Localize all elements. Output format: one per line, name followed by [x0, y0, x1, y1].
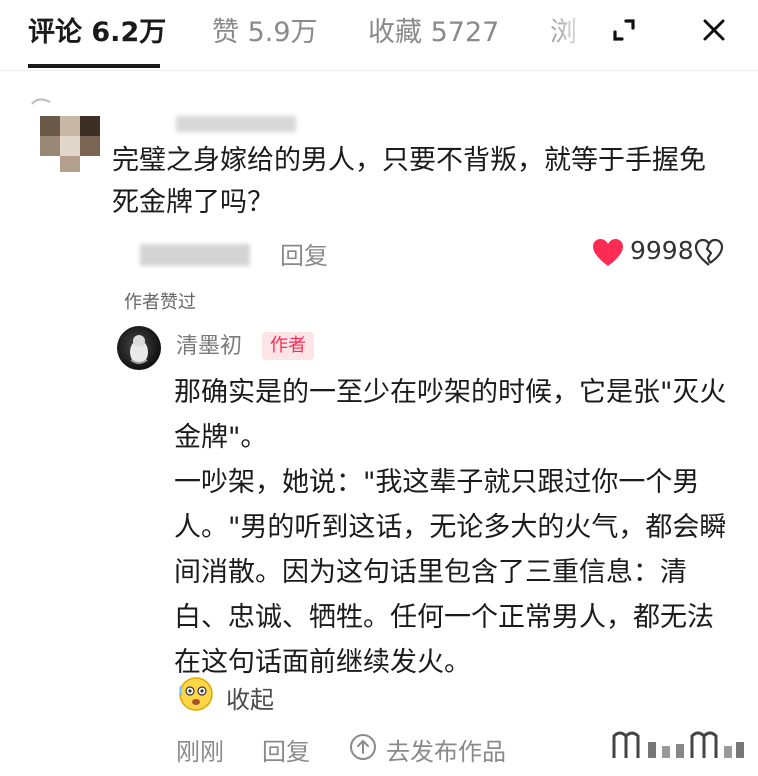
tab-favorites[interactable]: 收藏 5727: [368, 10, 499, 49]
tab-bar: 评论 6.2万 赞 5.9万 收藏 5727 浏: [0, 0, 758, 70]
comment-text: 完璧之身嫁给的男人，只要不背叛，就等于手握免死金牌了吗？: [112, 145, 706, 218]
active-tab-indicator: [28, 64, 160, 68]
author-badge: 作者: [262, 332, 314, 360]
post-work-button[interactable]: 去发布作品: [386, 732, 506, 767]
tab-likes[interactable]: 赞 5.9万: [212, 10, 318, 49]
avatar[interactable]: [28, 98, 108, 178]
like-count: 9998: [630, 236, 694, 265]
reply-timestamp: 刚刚: [176, 738, 224, 766]
author-liked-label: 作者赞过: [124, 292, 196, 313]
blurred-username: [176, 116, 296, 132]
heart-icon[interactable]: [592, 238, 624, 268]
share-icon[interactable]: [348, 732, 378, 762]
tab-comments[interactable]: 评论 6.2万: [28, 10, 166, 49]
reply-button[interactable]: 回复: [280, 236, 328, 271]
reply-text-content: 那确实是的一至少在吵架的时候，它是张"灭火金牌"。 一吵架，她说："我这辈子就只…: [174, 377, 727, 678]
reply-reply-button[interactable]: 回复: [262, 732, 310, 767]
emoji-icon: [176, 676, 216, 712]
collapse-button[interactable]: 收起: [226, 680, 274, 715]
close-icon[interactable]: [696, 12, 732, 48]
header-divider: [0, 70, 758, 71]
expand-icon[interactable]: [606, 12, 642, 48]
reply-avatar[interactable]: [117, 326, 161, 370]
reply-author-name[interactable]: 清墨初: [176, 328, 242, 360]
blurred-timestamp: [140, 244, 250, 266]
watermark: [610, 728, 750, 762]
broken-heart-icon[interactable]: [694, 238, 724, 268]
reply-text: 那确实是的一至少在吵架的时候，它是张"灭火金牌"。 一吵架，她说："我这辈子就只…: [174, 370, 734, 685]
